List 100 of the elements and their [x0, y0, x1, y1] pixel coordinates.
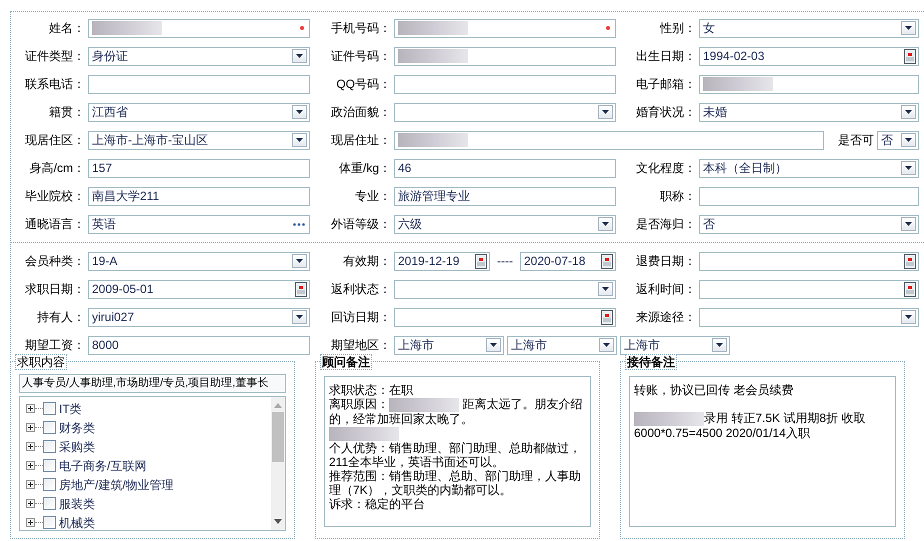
dropdown-toggle[interactable] — [598, 217, 613, 231]
dropdown-toggle[interactable] — [712, 338, 727, 352]
text-field[interactable]: 46 — [394, 158, 616, 178]
field-label: 体重/kg： — [338, 160, 392, 177]
text-field[interactable] — [394, 74, 616, 94]
checkbox[interactable] — [43, 459, 56, 472]
text-field[interactable]: 8000 — [88, 336, 310, 354]
date-field[interactable] — [699, 252, 919, 270]
field-label: 是否可 — [838, 132, 874, 149]
field-label: 持有人： — [36, 309, 86, 326]
lookup-field[interactable]: 英语 — [88, 214, 310, 234]
calendar-icon[interactable] — [601, 310, 613, 324]
date-field[interactable] — [394, 308, 616, 326]
text-field[interactable]: 157 — [88, 158, 310, 178]
field-label: 电子邮箱： — [635, 76, 697, 93]
dropdown-toggle[interactable] — [486, 338, 501, 352]
expand-icon[interactable] — [26, 499, 35, 508]
text-field[interactable] — [394, 18, 616, 38]
expand-icon[interactable] — [26, 480, 35, 489]
field-label: 专业： — [354, 188, 392, 205]
field-label: QQ号码： — [335, 76, 392, 93]
text-field[interactable] — [699, 186, 919, 206]
tree-item[interactable]: 采购类 — [59, 438, 95, 456]
checkbox[interactable] — [43, 421, 56, 434]
text-field[interactable]: 南昌大学211 — [88, 186, 310, 206]
calendar-icon[interactable] — [904, 48, 916, 64]
calendar-icon[interactable] — [295, 282, 307, 296]
expand-icon[interactable] — [26, 518, 35, 527]
dropdown-toggle[interactable] — [292, 133, 307, 147]
dropdown-field[interactable]: 女 — [699, 18, 919, 38]
dropdown-field[interactable]: yirui027 — [88, 308, 310, 326]
expand-icon[interactable] — [26, 404, 35, 413]
date-field[interactable]: 2009-05-01 — [88, 280, 310, 298]
checkbox[interactable] — [43, 402, 56, 415]
dropdown-field[interactable] — [394, 102, 616, 122]
dropdown-toggle[interactable] — [901, 21, 916, 35]
dropdown-field[interactable]: 身份证 — [88, 46, 310, 66]
dropdown-field[interactable]: 本科（全日制） — [699, 158, 919, 178]
dropdown-toggle[interactable] — [901, 133, 916, 147]
dropdown-toggle[interactable] — [598, 282, 613, 296]
text-field[interactable] — [394, 46, 616, 66]
dropdown-toggle[interactable] — [901, 161, 916, 175]
dropdown-field[interactable]: 未婚 — [699, 102, 919, 122]
dropdown-toggle[interactable] — [292, 49, 307, 63]
date-field[interactable] — [699, 280, 919, 298]
dropdown-toggle[interactable] — [292, 105, 307, 119]
expand-icon[interactable] — [26, 442, 35, 451]
expand-icon[interactable] — [26, 461, 35, 470]
field-label: 证件号码： — [330, 48, 392, 65]
tree-item[interactable]: 机械类 — [59, 514, 95, 532]
field-label: 籍贯： — [48, 104, 86, 121]
text-field[interactable] — [699, 74, 919, 94]
scroll-thumb[interactable] — [272, 412, 284, 462]
tree-item[interactable]: 服装类 — [59, 494, 95, 512]
calendar-icon[interactable] — [475, 254, 487, 268]
dropdown-field[interactable]: 江西省 — [88, 102, 310, 122]
dropdown-field[interactable]: 六级 — [394, 214, 616, 234]
tree-item[interactable]: 房地产/建筑/物业管理 — [59, 476, 174, 494]
more-icon[interactable] — [293, 222, 305, 226]
checkbox[interactable] — [43, 478, 56, 491]
dropdown-field[interactable] — [394, 280, 616, 298]
text-field[interactable] — [88, 74, 310, 94]
dropdown-field[interactable]: 否 — [877, 130, 919, 150]
dropdown-field[interactable]: 上海市 — [507, 336, 617, 354]
dropdown-field[interactable]: 19-A — [88, 252, 310, 270]
text-field[interactable]: 人事专员/人事助理,市场助理/专员,项目助理,董事长 — [19, 374, 286, 393]
checkbox[interactable] — [43, 440, 56, 453]
dropdown-field[interactable]: 否 — [699, 214, 919, 234]
caret-icon — [296, 54, 303, 58]
scrollbar[interactable] — [271, 397, 285, 530]
dropdown-field[interactable] — [699, 308, 919, 326]
dropdown-field[interactable]: 上海市 — [620, 336, 730, 354]
tree-item[interactable]: 财务类 — [59, 418, 95, 436]
dropdown-toggle[interactable] — [901, 217, 916, 231]
scroll-down-icon[interactable] — [274, 519, 282, 524]
field-label: 外语等级： — [330, 216, 392, 233]
dropdown-toggle[interactable] — [598, 105, 613, 119]
dropdown-field[interactable]: 上海市 — [394, 336, 504, 354]
dropdown-field[interactable]: 上海市-上海市-宝山区 — [88, 130, 310, 150]
calendar-icon[interactable] — [904, 254, 916, 268]
tree-item[interactable]: IT类 — [59, 400, 82, 418]
text-field[interactable] — [88, 18, 310, 38]
calendar-icon[interactable] — [600, 254, 613, 268]
note-line: 离职原因： 距离太远了。朋友介绍的，经常加班回家太晚了。 — [329, 397, 584, 426]
text-field[interactable] — [394, 130, 824, 150]
tree-item[interactable]: 电子商务/互联网 — [59, 456, 146, 474]
date-field[interactable]: 2020-07-18 — [520, 252, 616, 270]
checkbox[interactable] — [43, 516, 56, 529]
dropdown-toggle[interactable] — [901, 310, 916, 324]
checkbox[interactable] — [43, 497, 56, 510]
dropdown-toggle[interactable] — [292, 254, 307, 268]
caret-icon — [602, 287, 609, 291]
date-field[interactable]: 1994-02-03 — [699, 46, 919, 66]
dropdown-toggle[interactable] — [292, 310, 307, 324]
expand-icon[interactable] — [26, 423, 35, 432]
date-field[interactable]: 2019-12-19 — [394, 252, 490, 270]
text-field[interactable]: 旅游管理专业 — [394, 186, 616, 206]
dropdown-toggle[interactable] — [599, 338, 614, 352]
calendar-icon[interactable] — [904, 282, 916, 296]
dropdown-toggle[interactable] — [901, 105, 916, 119]
